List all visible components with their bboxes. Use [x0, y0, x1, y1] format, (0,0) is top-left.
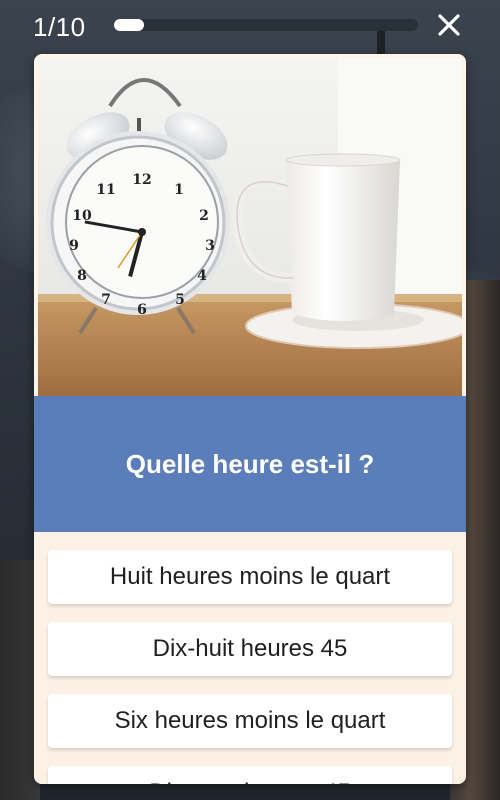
- quiz-card: 12 1 2 3 4 5 6 7 8 9 10 11 Quelle heure …: [34, 54, 466, 784]
- svg-text:11: 11: [96, 182, 115, 198]
- question-panel: Quelle heure est-il ?: [34, 396, 466, 532]
- alarm-clock-and-cup-photo: 12 1 2 3 4 5 6 7 8 9 10 11: [38, 58, 466, 396]
- question-text: Quelle heure est-il ?: [125, 448, 375, 479]
- answer-option-1[interactable]: Huit heures moins le quart: [48, 550, 452, 604]
- svg-text:12: 12: [132, 172, 151, 188]
- progress-bar-fill: [114, 19, 144, 31]
- svg-text:9: 9: [69, 238, 79, 254]
- answer-option-4[interactable]: Dix-sept heures 45: [48, 766, 452, 784]
- svg-text:3: 3: [205, 238, 215, 254]
- question-counter: 1/10: [33, 12, 86, 42]
- top-bar: 1/10: [0, 0, 500, 56]
- svg-text:4: 4: [197, 268, 207, 284]
- svg-text:5: 5: [175, 292, 185, 308]
- progress-bar: [114, 19, 418, 31]
- svg-text:1: 1: [174, 182, 184, 198]
- answer-option-3[interactable]: Six heures moins le quart: [48, 694, 452, 748]
- svg-text:6: 6: [137, 302, 147, 318]
- svg-text:7: 7: [101, 292, 111, 308]
- svg-text:2: 2: [199, 208, 209, 224]
- close-icon[interactable]: [434, 10, 464, 40]
- answer-option-2[interactable]: Dix-huit heures 45: [48, 622, 452, 676]
- answer-list: Huit heures moins le quart Dix-huit heur…: [34, 532, 466, 784]
- svg-text:8: 8: [77, 268, 87, 284]
